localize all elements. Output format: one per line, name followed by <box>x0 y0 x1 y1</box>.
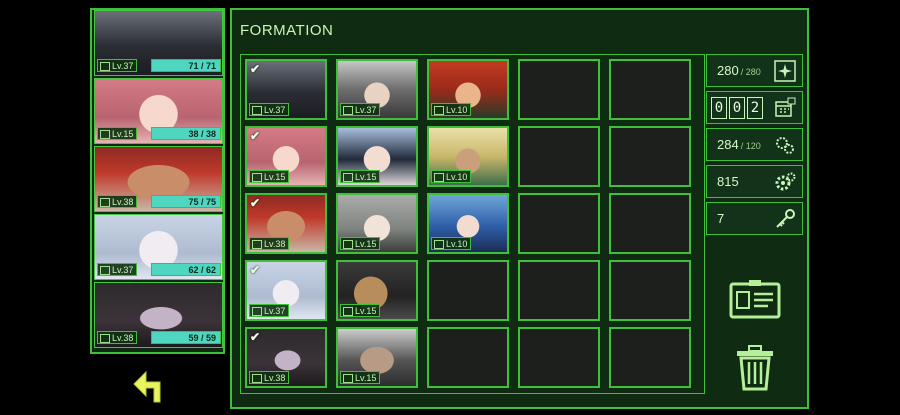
formation-slot[interactable]: ✔ Lv.15 <box>245 126 327 187</box>
back-button[interactable] <box>130 362 178 406</box>
sparkle-icon <box>774 60 796 82</box>
counter-stat: 0 0 2 <box>706 91 803 124</box>
hp-text: 71 / 71 <box>188 61 216 71</box>
empty-slot[interactable] <box>518 126 600 187</box>
energy-value: 280 <box>717 63 739 78</box>
check-icon: ✔ <box>250 330 261 344</box>
formation-slot[interactable]: Lv.37 <box>336 59 418 120</box>
check-icon: ✔ <box>250 129 261 143</box>
digit-counter: 0 0 2 <box>711 97 763 119</box>
hp-bar: 71 / 71 <box>151 59 221 72</box>
roster-card[interactable]: Lv.37 62 / 62 <box>94 214 223 280</box>
hp-text: 62 / 62 <box>188 265 216 275</box>
supply-stat: 284/ 120 <box>706 128 803 161</box>
formation-slot[interactable]: Lv.15 <box>336 126 418 187</box>
back-arrow-icon <box>133 370 161 403</box>
empty-slot[interactable] <box>609 59 691 120</box>
level-badge: Lv.37 <box>249 304 290 317</box>
roster-panel: Lv.37 71 / 71 Lv.15 38 / 38 Lv.38 75 / 7… <box>90 8 225 354</box>
page-title: FORMATION <box>240 22 334 39</box>
formation-grid: ✔ Lv.37 Lv.37 Lv.10 ✔ Lv.15 Lv.15 Lv.10 <box>240 54 705 394</box>
gears-bag-icon <box>776 137 794 154</box>
level-badge: Lv.37 <box>97 59 138 72</box>
level-badge: Lv.38 <box>97 331 138 344</box>
level-badge: Lv.10 <box>431 170 472 183</box>
supply-value: 284 <box>717 137 739 152</box>
calendar-icon <box>775 97 796 117</box>
formation-slot[interactable]: Lv.15 <box>336 327 418 388</box>
empty-slot[interactable] <box>518 260 600 321</box>
formation-slot[interactable]: ✔ Lv.38 <box>245 193 327 254</box>
level-badge: Lv.15 <box>97 127 138 140</box>
trash-button[interactable] <box>734 345 776 391</box>
level-badge: Lv.38 <box>97 195 138 208</box>
empty-slot[interactable] <box>609 126 691 187</box>
check-icon: ✔ <box>250 196 261 210</box>
roster-card[interactable]: Lv.38 59 / 59 <box>94 282 223 348</box>
empty-slot[interactable] <box>518 59 600 120</box>
level-badge: Lv.15 <box>340 170 381 183</box>
level-badge: Lv.15 <box>249 170 290 183</box>
level-badge: Lv.15 <box>340 371 381 384</box>
check-icon: ✔ <box>250 263 261 277</box>
supply-max: / 120 <box>740 141 761 151</box>
id-card-button[interactable] <box>728 278 782 320</box>
level-badge: Lv.37 <box>340 103 381 116</box>
counter-digit: 0 <box>711 97 727 119</box>
level-badge: Lv.37 <box>97 263 138 276</box>
roster-card[interactable]: Lv.38 75 / 75 <box>94 146 223 212</box>
empty-slot[interactable] <box>609 193 691 254</box>
empty-slot[interactable] <box>427 260 509 321</box>
level-badge: Lv.10 <box>431 237 472 250</box>
level-badge: Lv.37 <box>249 103 290 116</box>
energy-stat: 280/ 280 <box>706 54 803 87</box>
formation-slot[interactable]: Lv.15 <box>336 193 418 254</box>
hp-text: 75 / 75 <box>188 197 216 207</box>
roster-card[interactable]: Lv.15 38 / 38 <box>94 78 223 144</box>
hp-bar: 38 / 38 <box>151 127 221 140</box>
empty-slot[interactable] <box>609 260 691 321</box>
hp-text: 38 / 38 <box>188 129 216 139</box>
level-badge: Lv.38 <box>249 237 290 250</box>
formation-slot[interactable]: ✔ Lv.38 <box>245 327 327 388</box>
check-icon: ✔ <box>250 62 261 76</box>
formation-slot[interactable]: Lv.10 <box>427 126 509 187</box>
hp-text: 59 / 59 <box>188 333 216 343</box>
roster-card[interactable]: Lv.37 71 / 71 <box>94 10 223 76</box>
keys-value: 7 <box>717 211 725 226</box>
level-badge: Lv.38 <box>249 371 290 384</box>
parts-stat: 815 <box>706 165 803 198</box>
hp-bar: 59 / 59 <box>151 331 221 344</box>
empty-slot[interactable] <box>518 193 600 254</box>
empty-slot[interactable] <box>427 327 509 388</box>
hp-bar: 62 / 62 <box>151 263 221 276</box>
key-icon <box>776 209 795 228</box>
counter-digit: 0 <box>729 97 745 119</box>
counter-digit: 2 <box>747 97 763 119</box>
hp-bar: 75 / 75 <box>151 195 221 208</box>
formation-slot[interactable]: ✔ Lv.37 <box>245 59 327 120</box>
empty-slot[interactable] <box>609 327 691 388</box>
energy-max: / 280 <box>740 67 761 77</box>
level-badge: Lv.15 <box>340 304 381 317</box>
formation-slot[interactable]: ✔ Lv.37 <box>245 260 327 321</box>
formation-slot[interactable]: Lv.10 <box>427 193 509 254</box>
id-card-icon <box>729 280 781 319</box>
trash-icon <box>737 345 773 391</box>
empty-slot[interactable] <box>518 327 600 388</box>
level-badge: Lv.10 <box>431 103 472 116</box>
formation-slot[interactable]: Lv.15 <box>336 260 418 321</box>
keys-stat: 7 <box>706 202 803 235</box>
level-badge: Lv.15 <box>340 237 381 250</box>
formation-slot[interactable]: Lv.10 <box>427 59 509 120</box>
parts-value: 815 <box>717 174 739 189</box>
gear-icon <box>775 172 796 191</box>
formation-panel: FORMATION ✔ Lv.37 Lv.37 Lv.10 ✔ Lv.15 Lv… <box>230 8 809 409</box>
